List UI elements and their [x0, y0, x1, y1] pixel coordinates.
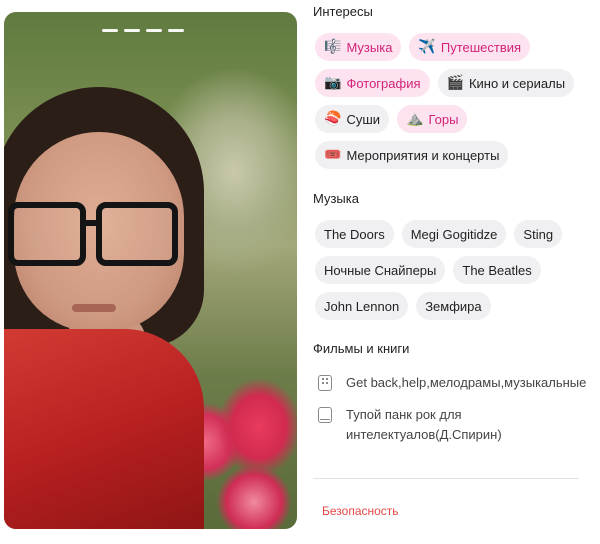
interest-label: Музыка [346, 39, 393, 55]
photo-jacket [4, 329, 204, 529]
profile-photo[interactable] [4, 12, 297, 529]
film-icon [318, 375, 332, 391]
camera-icon: 📷 [324, 75, 342, 91]
interest-label: Кино и сериалы [468, 75, 566, 91]
photo-glasses [8, 202, 184, 266]
interest-label: Мероприятия и концерты [346, 147, 500, 163]
interest-chip[interactable]: 🎟️ Мероприятия и концерты [315, 141, 509, 169]
book-icon [318, 407, 332, 423]
films-books-item: Get back,help,мелодрамы,музыкальные [315, 373, 595, 393]
photo-indicator[interactable] [146, 29, 162, 32]
music-chip[interactable]: Ночные Снайперы [315, 256, 446, 284]
photo-indicator[interactable] [168, 29, 184, 32]
music-score-icon: 🎼 [324, 39, 342, 55]
interest-chip[interactable]: 🍣 Суши [315, 105, 390, 133]
interest-chip[interactable]: 📷 Фотография [315, 69, 430, 97]
interest-chip[interactable]: ⛰️ Горы [397, 105, 468, 133]
photo-mouth [72, 304, 116, 312]
interests-list: 🎼 Музыка ✈️ Путешествия 📷 Фотография 🎬 Кино и с… [315, 33, 590, 169]
sushi-icon: 🍣 [324, 111, 342, 127]
security-link[interactable]: Безопасность [322, 504, 399, 518]
films-books-text: Тупой панк рок для интелектуалов(Д.Спири… [346, 407, 502, 442]
interest-label: Путешествия [440, 39, 522, 55]
music-chip[interactable]: Megi Gogitidze [401, 220, 507, 248]
music-list: The Doors Megi Gogitidze Sting Ночные Снайп… [315, 220, 590, 320]
photo-indicator[interactable] [124, 29, 140, 32]
ticket-icon: 🎟️ [324, 147, 342, 163]
music-chip[interactable]: The Doors [315, 220, 394, 248]
music-title: Музыка [313, 191, 359, 206]
airplane-icon: ✈️ [418, 39, 436, 55]
interest-label: Фотография [346, 75, 421, 91]
photo-indicator[interactable] [102, 29, 118, 32]
interest-label: Суши [346, 111, 381, 127]
photo-pagination[interactable] [102, 29, 184, 32]
music-chip[interactable]: Sting [514, 220, 563, 248]
divider [313, 478, 579, 479]
films-books-list: Get back,help,мелодрамы,музыкальные Тупой… [315, 373, 595, 457]
interest-chip[interactable]: 🎼 Музыка [315, 33, 402, 61]
interest-chip[interactable]: ✈️ Путешествия [409, 33, 531, 61]
mountain-icon: ⛰️ [406, 111, 424, 127]
music-chip[interactable]: John Lennon [315, 292, 409, 320]
music-chip[interactable]: The Beatles [453, 256, 541, 284]
films-books-item: Тупой панк рок для интелектуалов(Д.Спири… [315, 405, 595, 445]
clapperboard-icon: 🎬 [446, 75, 464, 91]
interests-title: Интересы [313, 4, 373, 19]
films-books-title: Фильмы и книги [313, 341, 410, 356]
interest-chip[interactable]: 🎬 Кино и сериалы [437, 69, 575, 97]
films-books-text: Get back,help,мелодрамы,музыкальные [346, 375, 587, 390]
interest-label: Горы [428, 111, 459, 127]
music-chip[interactable]: Земфира [416, 292, 491, 320]
